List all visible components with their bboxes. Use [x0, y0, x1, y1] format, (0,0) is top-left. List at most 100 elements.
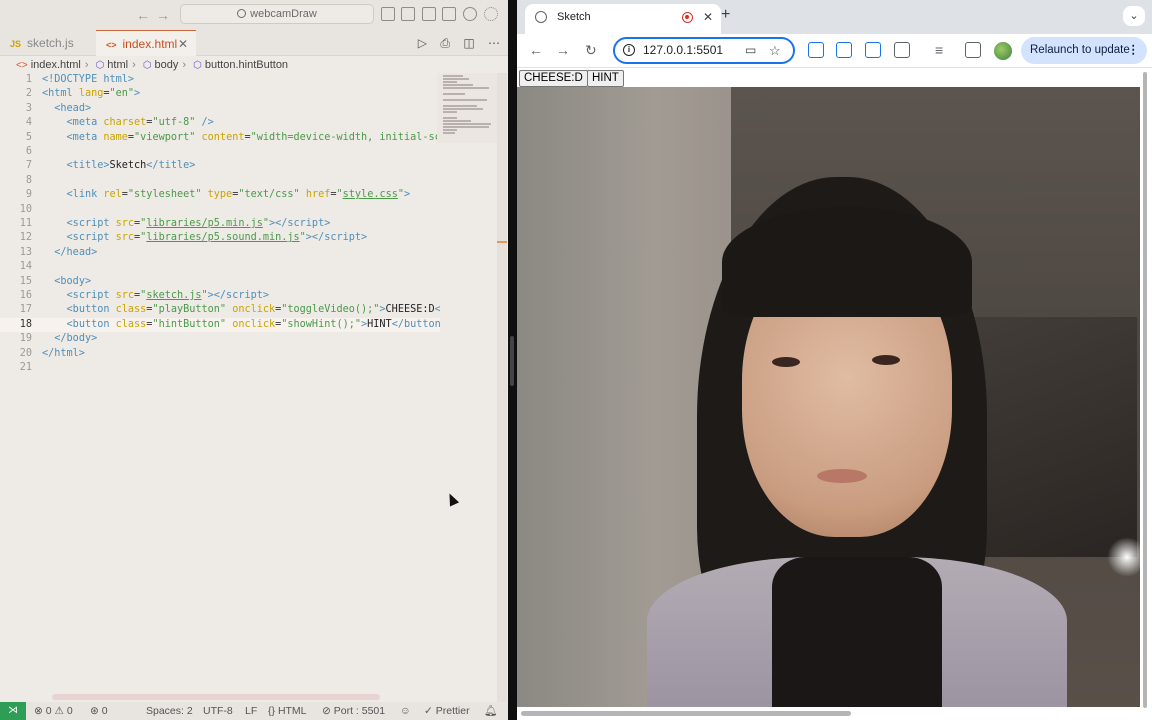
window-splitter[interactable] [508, 0, 517, 720]
prettier-status[interactable]: ✓ Prettier [424, 702, 470, 720]
back-arrow-icon[interactable]: ← [529, 42, 543, 58]
ports-status[interactable]: ⊛ 0 [90, 702, 108, 720]
forward-arrow-icon[interactable]: → [556, 42, 570, 58]
close-tab-icon[interactable]: ✕ [178, 31, 188, 57]
page-viewport: CHEESE:D HINT [517, 68, 1152, 720]
minimap[interactable] [437, 73, 497, 143]
error-count: 0 [45, 705, 52, 717]
code-editor[interactable]: 1 <!DOCTYPE html> 2 <html lang="en"> 3 <head… [0, 73, 498, 689]
split-editor-icon[interactable]: ◫ [463, 30, 474, 56]
cheese-button[interactable]: CHEESE:D [519, 70, 588, 87]
toggle-panel-icon[interactable] [401, 7, 415, 21]
eol-status[interactable]: LF [245, 702, 257, 720]
media-control-icon[interactable]: ≡ [935, 42, 943, 58]
breadcrumb-item[interactable]: index.html [31, 59, 81, 71]
code-line[interactable]: 8 [0, 174, 440, 188]
webcam-video-canvas [517, 87, 1140, 707]
tab-search-chevron-icon[interactable]: ⌄ [1123, 6, 1145, 26]
code-line[interactable]: 15 <body> [0, 275, 440, 289]
breadcrumb-item[interactable]: button.hintButton [205, 59, 288, 71]
account-icon[interactable] [463, 7, 477, 21]
code-line[interactable]: 11 <script src="libraries/p5.min.js"></s… [0, 217, 440, 231]
toggle-sidebar-icon[interactable] [381, 7, 395, 21]
extensions-puzzle-icon[interactable] [894, 42, 910, 58]
code-line[interactable]: 14 [0, 260, 440, 274]
editor-actions: ▷ ⎙ ◫ ⋯ [408, 30, 500, 56]
relaunch-to-update-button[interactable]: Relaunch to update ⋮ [1021, 37, 1147, 64]
screenshot-extension-icon[interactable] [836, 42, 852, 58]
tab-index-html[interactable]: <> index.html ✕ [96, 30, 196, 56]
code-text: </body> [54, 333, 98, 345]
warning-count: 0 [66, 705, 73, 717]
code-line[interactable]: 20 </html> [0, 347, 440, 361]
address-bar[interactable]: i 127.0.0.1:5501 ▭ ☆ [613, 37, 795, 64]
remote-icon[interactable]: ⋊ [0, 702, 26, 720]
double-check-icon: ✓ [424, 705, 433, 717]
vscode-window: ← → webcamDraw JS sketch.js <> index.html ✕… [0, 0, 508, 720]
line-number: 20 [19, 347, 32, 359]
language-status[interactable]: {} HTML [268, 702, 307, 720]
forward-arrow-icon[interactable]: → [154, 6, 172, 24]
new-tab-plus-icon[interactable]: + [721, 6, 730, 24]
code-text: <link rel="stylesheet" type="text/css" h… [66, 189, 411, 201]
customize-layout-icon[interactable] [442, 7, 456, 21]
editor-vertical-scrollbar[interactable] [497, 73, 507, 703]
code-line[interactable]: 3 <head> [0, 102, 440, 116]
radio-tower-icon: ⊛ [90, 705, 99, 717]
code-line[interactable]: 7 <title>Sketch</title> [0, 159, 440, 173]
camera-in-use-icon[interactable]: ▭ [745, 39, 756, 62]
copilot-icon[interactable]: ☺ [400, 702, 411, 720]
code-line[interactable]: 12 <script src="libraries/p5.sound.min.j… [0, 231, 440, 245]
more-vertical-icon: ⋮ [1127, 44, 1140, 56]
breadcrumb-item[interactable]: html [107, 59, 128, 71]
reload-icon[interactable]: ↻ [585, 42, 597, 59]
page-vertical-scrollbar[interactable] [1141, 72, 1150, 708]
scrollbar-thumb[interactable] [1143, 72, 1147, 708]
code-text: <title>Sketch</title> [66, 160, 196, 172]
code-line[interactable]: 9 <link rel="stylesheet" type="text/css"… [0, 188, 440, 202]
bookmark-star-icon[interactable]: ☆ [769, 39, 781, 62]
splitter-grip[interactable] [510, 336, 514, 386]
port-label: Port : 5501 [333, 705, 386, 717]
code-line[interactable]: 16 <script src="sketch.js"></script> [0, 289, 440, 303]
line-number: 19 [19, 333, 32, 345]
editor-horizontal-scrollbar[interactable] [52, 694, 380, 700]
code-line[interactable]: 6 [0, 145, 440, 159]
command-center[interactable]: webcamDraw [180, 4, 374, 24]
side-panel-icon[interactable] [965, 42, 981, 58]
prettier-label: Prettier [435, 705, 470, 717]
notifications-bell-icon[interactable]: 🔔︎ [484, 702, 497, 720]
problems-status[interactable]: ⊗ 0 ⚠ 0 [34, 702, 73, 720]
toggle-secondary-sidebar-icon[interactable] [422, 7, 436, 21]
code-line[interactable]: 5 <meta name="viewport" content="width=d… [0, 131, 440, 145]
code-line[interactable]: 10 [0, 203, 440, 217]
back-arrow-icon[interactable]: ← [134, 6, 152, 24]
page-horizontal-scrollbar[interactable] [521, 711, 851, 716]
code-line[interactable]: 4 <meta charset="utf-8" /> [0, 116, 440, 130]
code-line[interactable]: 1 <!DOCTYPE html> [0, 73, 440, 87]
browser-tab-sketch[interactable]: Sketch ✕ [525, 4, 721, 34]
code-line[interactable]: 13 </head> [0, 246, 440, 260]
settings-gear-icon[interactable] [484, 7, 498, 21]
breadcrumb-item[interactable]: body [155, 59, 179, 71]
code-line[interactable]: 21 [0, 361, 440, 375]
live-server-status[interactable]: ⊘ Port : 5501 [322, 702, 385, 720]
encoding-status[interactable]: UTF-8 [203, 702, 233, 720]
code-line[interactable]: 19 </body> [0, 332, 440, 346]
profile-avatar[interactable] [994, 42, 1012, 60]
translate-extension-icon[interactable] [808, 42, 824, 58]
hint-button[interactable]: HINT [587, 70, 624, 87]
code-line[interactable]: 2 <html lang="en"> [0, 87, 440, 101]
run-icon[interactable]: ▷ [418, 30, 427, 56]
close-tab-icon[interactable]: ✕ [703, 4, 713, 30]
site-info-icon[interactable]: i [623, 44, 635, 56]
code-line[interactable]: 18 <button class="hintButton" onclick="s… [0, 317, 440, 333]
grid-extension-icon[interactable] [865, 42, 881, 58]
globe-icon [535, 11, 547, 23]
code-line[interactable]: 17 <button class="playButton" onclick="t… [0, 303, 440, 317]
indentation-status[interactable]: Spaces: 2 [146, 702, 193, 720]
tab-sketch-js[interactable]: JS sketch.js [0, 30, 96, 56]
print-icon[interactable]: ⎙ [440, 30, 450, 56]
line-number: 8 [25, 174, 32, 186]
more-actions-icon[interactable]: ⋯ [488, 30, 500, 56]
